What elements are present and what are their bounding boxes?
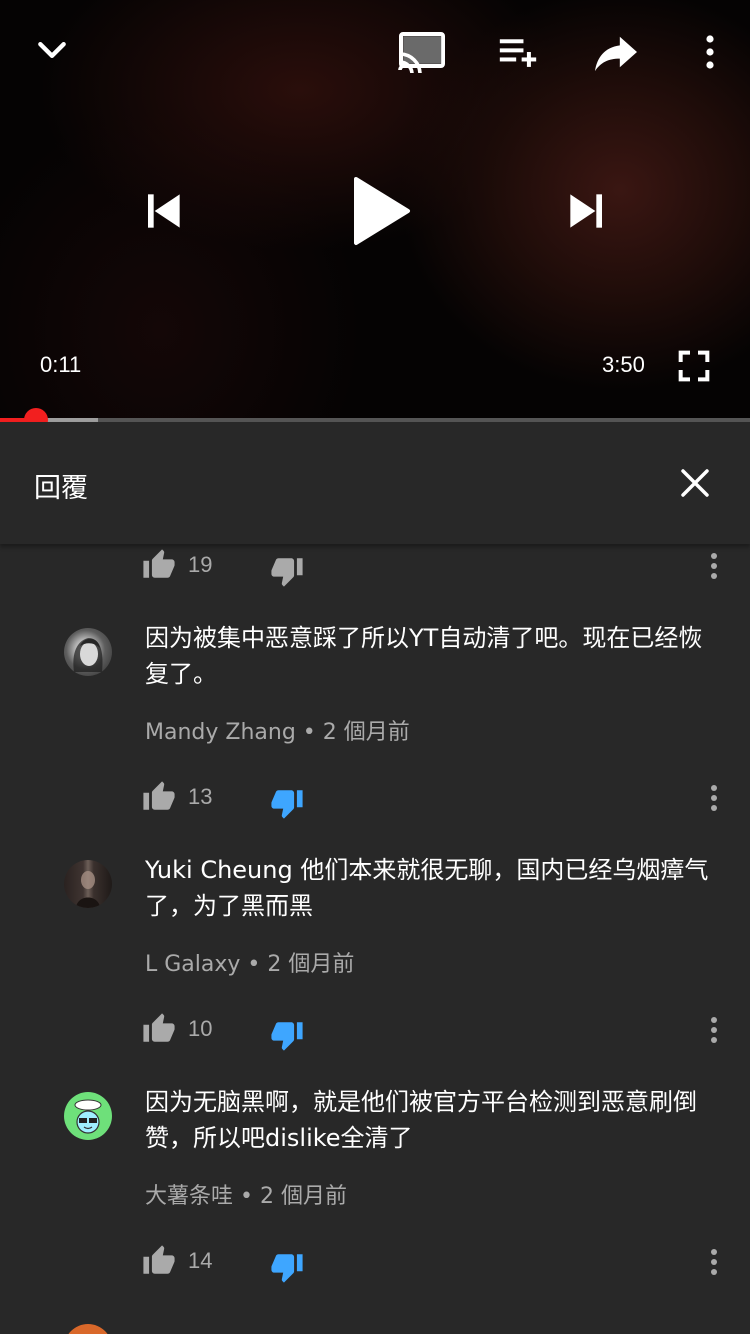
comment-more-icon[interactable] bbox=[700, 548, 728, 584]
comment-meta: Mandy Zhang • 2 個月前 bbox=[145, 720, 410, 745]
comment-meta: L Galaxy • 2 個月前 bbox=[145, 952, 355, 977]
like-icon[interactable] bbox=[142, 780, 176, 818]
replies-header: 回覆 bbox=[0, 422, 750, 544]
like-icon[interactable] bbox=[142, 1244, 176, 1282]
avatar[interactable] bbox=[64, 1092, 112, 1140]
comment-text: 因为无脑黑啊，就是他们被官方平台检测到恶意刷倒赞，所以吧dislike全清了 bbox=[145, 1088, 697, 1152]
more-vert-icon[interactable] bbox=[690, 28, 730, 76]
avatar[interactable] bbox=[64, 628, 112, 676]
comment-actions: 13 bbox=[0, 776, 750, 824]
comment-time: 2 個月前 bbox=[267, 952, 355, 977]
comment-time: 2 個月前 bbox=[322, 720, 410, 745]
like-icon[interactable] bbox=[142, 548, 176, 586]
like-count: 14 bbox=[188, 1248, 213, 1273]
playlist-add-icon[interactable] bbox=[494, 28, 542, 76]
like-count: 19 bbox=[188, 552, 213, 577]
skip-next-icon[interactable] bbox=[560, 184, 614, 238]
comment-actions: 14 bbox=[0, 1240, 750, 1288]
dislike-icon[interactable] bbox=[270, 1250, 304, 1288]
duration: 3:50 bbox=[602, 352, 645, 377]
chevron-down-icon[interactable] bbox=[28, 26, 76, 74]
comment-author[interactable]: Mandy Zhang bbox=[145, 720, 296, 745]
comment-meta: 大薯条哇 • 2 個月前 bbox=[145, 1184, 347, 1209]
comment-more-icon[interactable] bbox=[700, 1012, 728, 1048]
comment-text: 因为被集中恶意踩了所以YT自动清了吧。现在已经恢复了。 bbox=[145, 624, 703, 688]
comment-actions: 10 bbox=[0, 1008, 750, 1056]
panel-title: 回覆 bbox=[34, 473, 88, 504]
avatar[interactable] bbox=[64, 860, 112, 908]
close-icon[interactable] bbox=[668, 456, 722, 510]
play-icon[interactable] bbox=[340, 168, 424, 254]
like-icon[interactable] bbox=[142, 1012, 176, 1050]
skip-previous-icon[interactable] bbox=[136, 184, 190, 238]
comment-time: 2 個月前 bbox=[259, 1184, 347, 1209]
comment-actions: 19 bbox=[0, 544, 750, 592]
like-count: 13 bbox=[188, 784, 213, 809]
cast-icon[interactable] bbox=[396, 28, 448, 76]
current-time: 0:11 bbox=[40, 352, 82, 377]
share-icon[interactable] bbox=[590, 28, 642, 76]
avatar[interactable] bbox=[64, 1324, 112, 1334]
like-count: 10 bbox=[188, 1016, 213, 1041]
dislike-icon[interactable] bbox=[270, 554, 304, 592]
comment-author[interactable]: L Galaxy bbox=[145, 952, 240, 977]
video-player[interactable]: 0:11 3:50 bbox=[0, 0, 750, 420]
comment-text: Yuki Cheung 他们本来就很无聊，国内已经乌烟瘴气了，为了黑而黑 bbox=[145, 856, 709, 920]
dislike-icon[interactable] bbox=[270, 1018, 304, 1056]
fullscreen-icon[interactable] bbox=[672, 346, 716, 386]
dislike-icon[interactable] bbox=[270, 786, 304, 824]
comment-more-icon[interactable] bbox=[700, 1244, 728, 1280]
comment-author[interactable]: 大薯条哇 bbox=[145, 1184, 233, 1209]
replies-list[interactable]: 19 因为被集中恶意踩了所以YT自动清了吧。现在已经恢复了。 Mandy Zha… bbox=[0, 544, 750, 1334]
comment-more-icon[interactable] bbox=[700, 780, 728, 816]
